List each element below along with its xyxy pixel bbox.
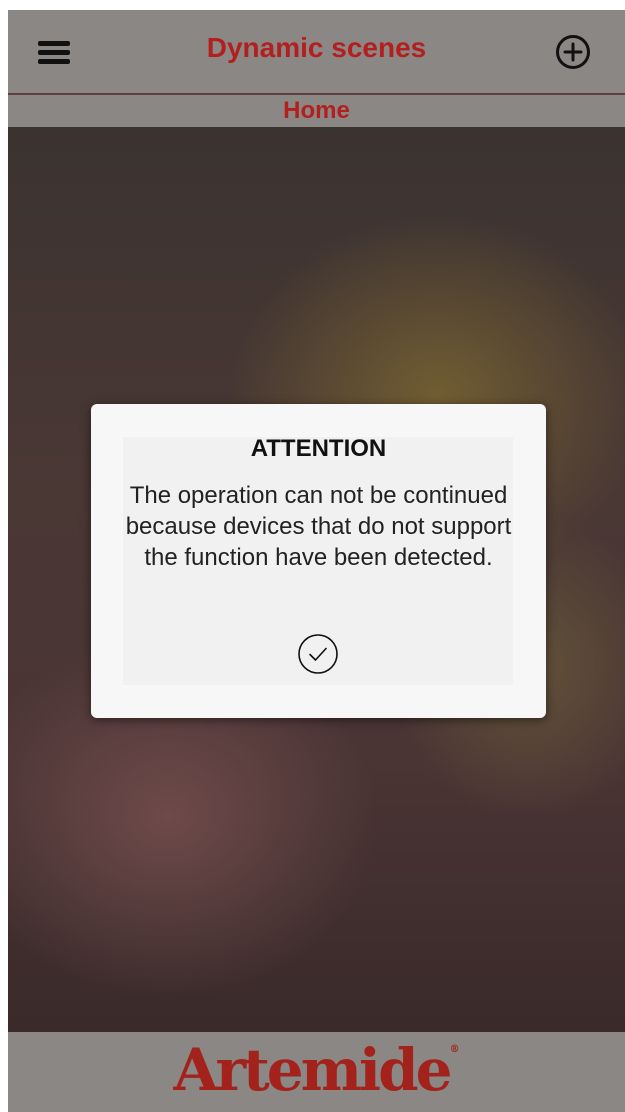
confirm-button[interactable]	[297, 633, 339, 675]
check-circle-icon	[298, 634, 338, 674]
attention-dialog: ATTENTION The operation can not be conti…	[91, 404, 546, 718]
plus-circle-icon	[556, 35, 590, 69]
add-scene-button[interactable]	[555, 34, 591, 70]
app-screen: Dynamic scenes Home Artemide® ATTENTION …	[8, 10, 625, 1112]
footer-bar: Artemide®	[8, 1032, 625, 1112]
breadcrumb: Home	[283, 97, 350, 124]
artemide-logo: Artemide®	[8, 1036, 625, 1104]
breadcrumb-bar: Home	[8, 95, 625, 127]
top-bar: Dynamic scenes	[8, 10, 625, 95]
dialog-title: ATTENTION	[250, 435, 387, 462]
dialog-message: The operation can not be continued becau…	[125, 482, 512, 571]
registered-mark: ®	[449, 1044, 460, 1055]
logo-text: Artemide	[173, 1036, 452, 1104]
page-title: Dynamic scenes	[206, 32, 427, 63]
